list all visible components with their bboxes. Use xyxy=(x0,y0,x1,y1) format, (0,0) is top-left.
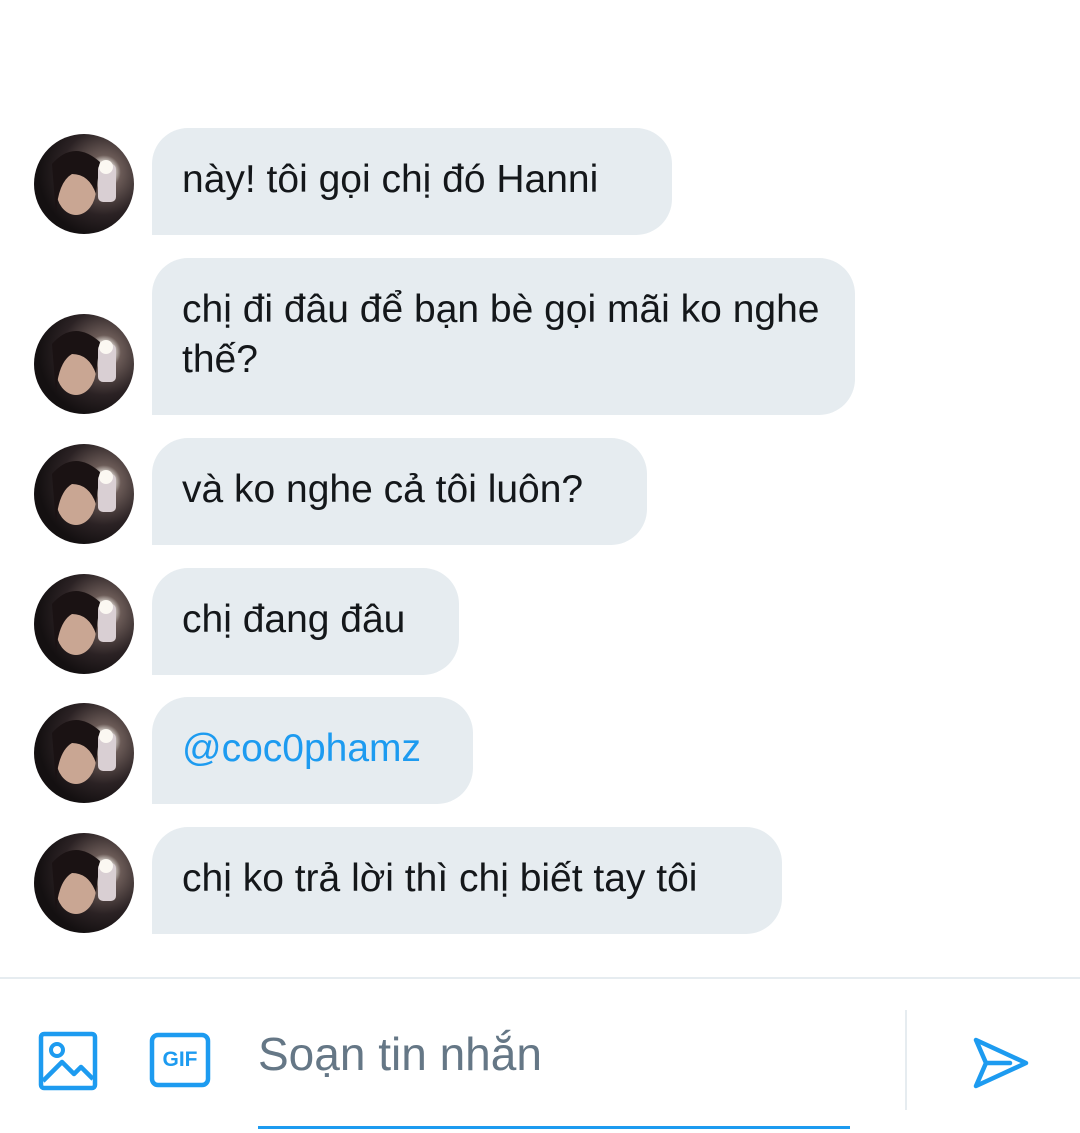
avatar[interactable] xyxy=(34,314,134,414)
avatar-photo xyxy=(52,460,116,525)
message-text: và ko nghe cả tôi luôn? xyxy=(182,468,584,511)
avatar-photo xyxy=(52,330,116,395)
dm-conversation-screen: này! tôi gọi chị đó Hanni chị đi đâu để … xyxy=(0,0,1080,1133)
message-bubble: @coc0phamz xyxy=(152,697,473,804)
avatar-photo xyxy=(52,590,116,655)
send-icon xyxy=(973,1037,1029,1089)
message-bubble[interactable]: chị đang đâu xyxy=(152,568,459,675)
message-input[interactable] xyxy=(258,1019,848,1089)
avatar[interactable] xyxy=(34,703,134,803)
message-bubble[interactable]: chị ko trả lời thì chị biết tay tôi xyxy=(152,827,782,934)
message-text: chị đang đâu xyxy=(182,598,406,641)
message-text: chị đi đâu để bạn bè gọi mãi ko nghe thế… xyxy=(182,288,820,381)
message-composer: GIF xyxy=(0,977,1080,1133)
avatar-photo xyxy=(52,849,116,914)
input-focus-underline xyxy=(258,1126,850,1129)
gif-label: GIF xyxy=(162,1048,198,1071)
composer-divider xyxy=(905,1010,907,1110)
avatar-photo xyxy=(52,150,116,215)
avatar[interactable] xyxy=(34,444,134,544)
image-icon xyxy=(38,1031,98,1091)
message-text: này! tôi gọi chị đó Hanni xyxy=(182,158,599,201)
avatar-photo xyxy=(52,719,116,784)
avatar[interactable] xyxy=(34,574,134,674)
image-button[interactable] xyxy=(38,1031,98,1091)
avatar[interactable] xyxy=(34,833,134,933)
avatar[interactable] xyxy=(34,134,134,234)
send-button[interactable] xyxy=(970,1032,1032,1094)
message-bubble[interactable]: và ko nghe cả tôi luôn? xyxy=(152,438,647,545)
message-text: chị ko trả lời thì chị biết tay tôi xyxy=(182,857,698,900)
mention-link[interactable]: @coc0phamz xyxy=(182,727,421,770)
gif-button[interactable]: GIF xyxy=(149,1032,211,1088)
message-bubble[interactable]: này! tôi gọi chị đó Hanni xyxy=(152,128,672,235)
message-bubble[interactable]: chị đi đâu để bạn bè gọi mãi ko nghe thế… xyxy=(152,258,855,415)
